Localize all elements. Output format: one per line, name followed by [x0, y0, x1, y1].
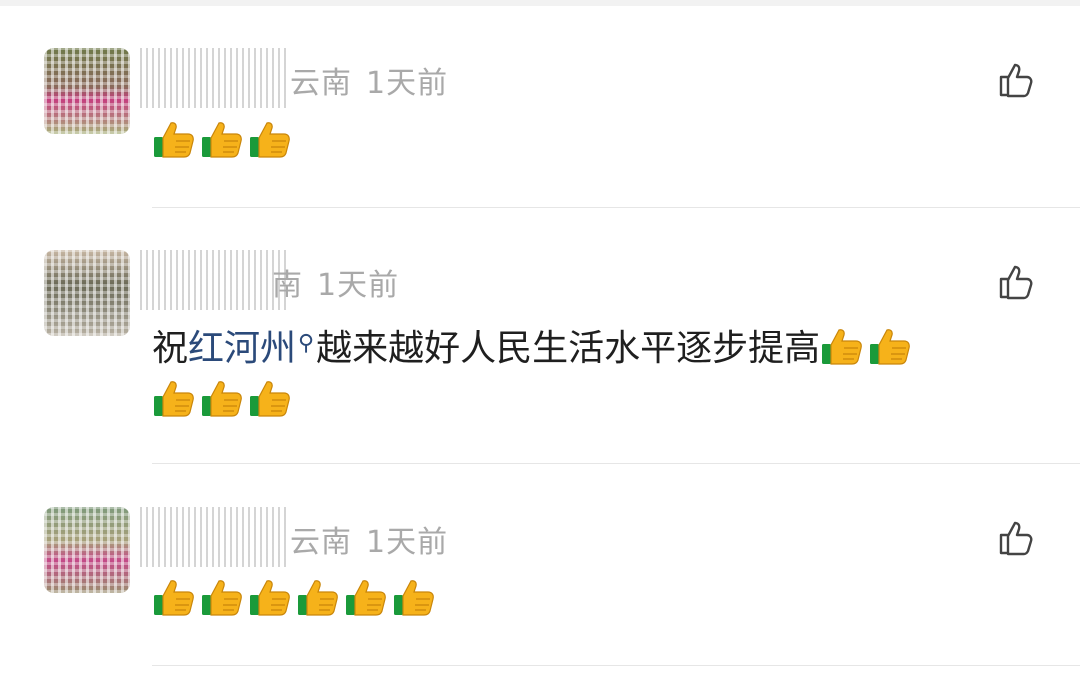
- location-label: 南: [272, 268, 303, 303]
- emoji-row: [820, 328, 916, 369]
- thumbs-up-outline-icon[interactable]: [996, 262, 1036, 302]
- username-redacted[interactable]: [140, 250, 290, 310]
- thumbs-up-emoji-icon: [200, 376, 244, 420]
- thumbs-up-emoji-icon: [344, 575, 388, 619]
- thumbs-up-emoji-icon: [820, 324, 864, 368]
- divider: [152, 665, 1080, 666]
- thumbs-up-emoji-icon: [392, 575, 436, 619]
- thumbs-up-emoji-icon: [868, 324, 912, 368]
- timestamp: 1天前: [366, 525, 449, 560]
- search-icon: ⚲: [298, 331, 315, 356]
- thumbs-up-outline-icon[interactable]: [996, 518, 1036, 558]
- comment-meta: 云南 1天前: [290, 517, 448, 561]
- timestamp: 1天前: [317, 268, 400, 303]
- divider: [152, 207, 1080, 208]
- thumbs-up-emoji-icon: [248, 575, 292, 619]
- location-label: 云南: [290, 525, 352, 560]
- avatar-mosaic: [44, 250, 130, 336]
- thumbs-up-emoji-icon: [248, 376, 292, 420]
- comment-body: [152, 574, 1042, 626]
- thumbs-up-emoji-icon: [200, 117, 244, 161]
- avatar-mosaic: [44, 507, 130, 593]
- thumbs-up-emoji-icon: [248, 117, 292, 161]
- avatar[interactable]: [44, 250, 130, 336]
- hashtag-link[interactable]: 红河州⚲: [188, 328, 316, 369]
- thumbs-up-emoji-icon: [152, 376, 196, 420]
- comment-text-prefix: 祝: [152, 328, 189, 369]
- thumbs-up-emoji-icon: [296, 575, 340, 619]
- comment-body: 祝红河州⚲越来越好人民生活水平逐步提高: [152, 318, 1042, 427]
- username-redacted[interactable]: [140, 48, 290, 108]
- thumbs-up-emoji-icon: [152, 575, 196, 619]
- divider: [152, 463, 1080, 464]
- emoji-row: [152, 579, 440, 620]
- thumbs-up-emoji-icon: [152, 117, 196, 161]
- thumbs-up-outline-icon[interactable]: [996, 60, 1036, 100]
- location-label: 云南: [290, 66, 352, 101]
- avatar-mosaic: [44, 48, 130, 134]
- comment-meta: 云南 1天前: [290, 58, 448, 102]
- timestamp: 1天前: [366, 66, 449, 101]
- avatar[interactable]: [44, 48, 130, 134]
- top-separator: [0, 0, 1080, 6]
- emoji-row: [152, 121, 296, 162]
- comment-body: [152, 116, 1042, 168]
- emoji-row: [152, 380, 296, 421]
- comment-meta: 南 1天前: [272, 260, 399, 304]
- hashtag-label[interactable]: 红河州: [188, 328, 296, 369]
- avatar[interactable]: [44, 507, 130, 593]
- username-redacted[interactable]: [140, 507, 290, 567]
- thumbs-up-emoji-icon: [200, 575, 244, 619]
- comment-text: 越来越好人民生活水平逐步提高: [316, 328, 821, 369]
